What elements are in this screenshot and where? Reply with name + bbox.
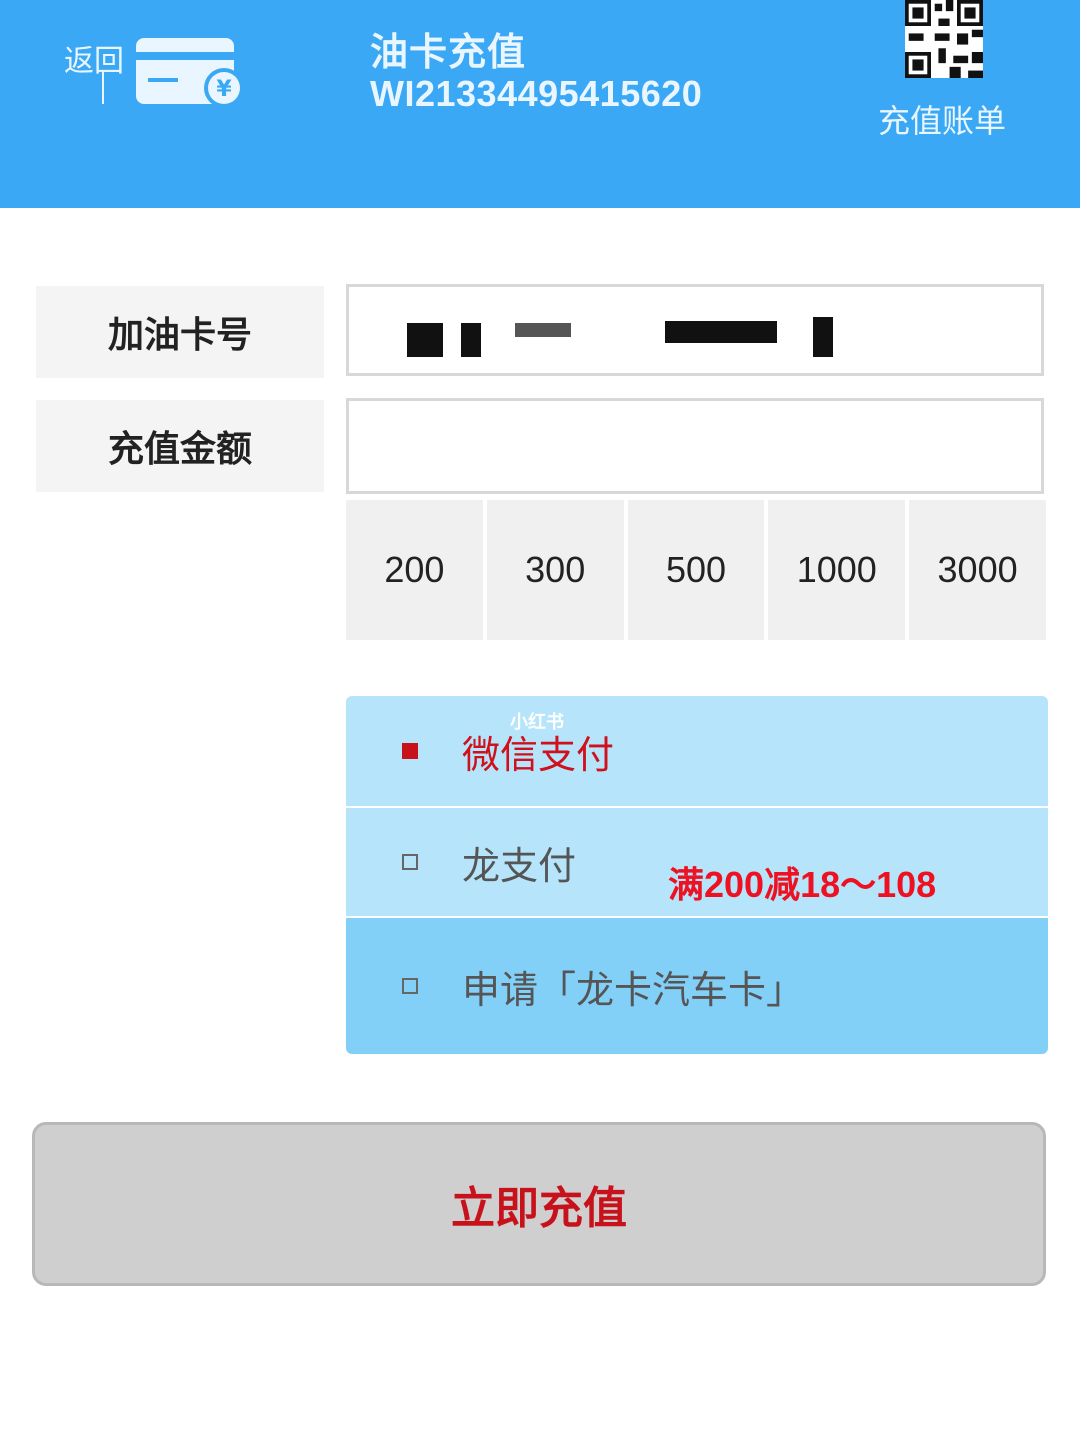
card-number-field[interactable]	[346, 284, 1044, 376]
back-divider	[102, 70, 104, 104]
amount-option-1000[interactable]: 1000	[768, 500, 906, 640]
amount-option-300[interactable]: 300	[486, 500, 624, 640]
card-number-label: 加油卡号	[36, 286, 324, 378]
title-block: 油卡充值 WI21334495415620	[370, 30, 702, 114]
qr-code-icon[interactable]	[902, 0, 986, 78]
amount-label: 充值金额	[36, 400, 324, 492]
redaction-mask	[461, 323, 481, 357]
redaction-mask	[665, 321, 777, 343]
pay-option-label: 龙支付	[462, 843, 577, 888]
card-yuan-icon: ¥	[136, 38, 244, 108]
svg-text:¥: ¥	[216, 77, 232, 102]
promo-text: 满200减18～108	[668, 864, 937, 905]
amount-option-500[interactable]: 500	[627, 500, 765, 640]
page-title: 油卡充值	[370, 30, 527, 74]
amount-input[interactable]	[346, 398, 1044, 494]
amount-options: 200 300 500 1000 3000	[346, 500, 1046, 640]
radio-unchecked-icon	[402, 978, 418, 994]
amount-option-200[interactable]: 200	[346, 500, 483, 640]
redaction-mask	[515, 323, 571, 337]
pay-option-wechat[interactable]: 微信支付	[346, 696, 1048, 806]
amount-option-3000[interactable]: 3000	[909, 500, 1046, 640]
header-bar: 返回 ¥ 油卡充值 WI21334495415620 充值账单	[0, 0, 1080, 208]
pay-option-label: 申请「龙卡汽车卡」	[462, 967, 805, 1012]
watermark-text: 小红书	[510, 712, 564, 733]
back-button[interactable]: 返回	[64, 36, 124, 80]
card-id: WI21334495415620	[370, 73, 703, 114]
redaction-mask	[813, 317, 833, 357]
redaction-mask	[407, 323, 443, 357]
bill-link[interactable]: 充值账单	[878, 96, 1006, 142]
radio-checked-icon	[402, 743, 418, 759]
radio-unchecked-icon	[402, 854, 418, 870]
submit-recharge-button[interactable]: 立即充值	[32, 1122, 1046, 1286]
pay-option-apply-card[interactable]: 申请「龙卡汽车卡」	[346, 918, 1048, 1054]
